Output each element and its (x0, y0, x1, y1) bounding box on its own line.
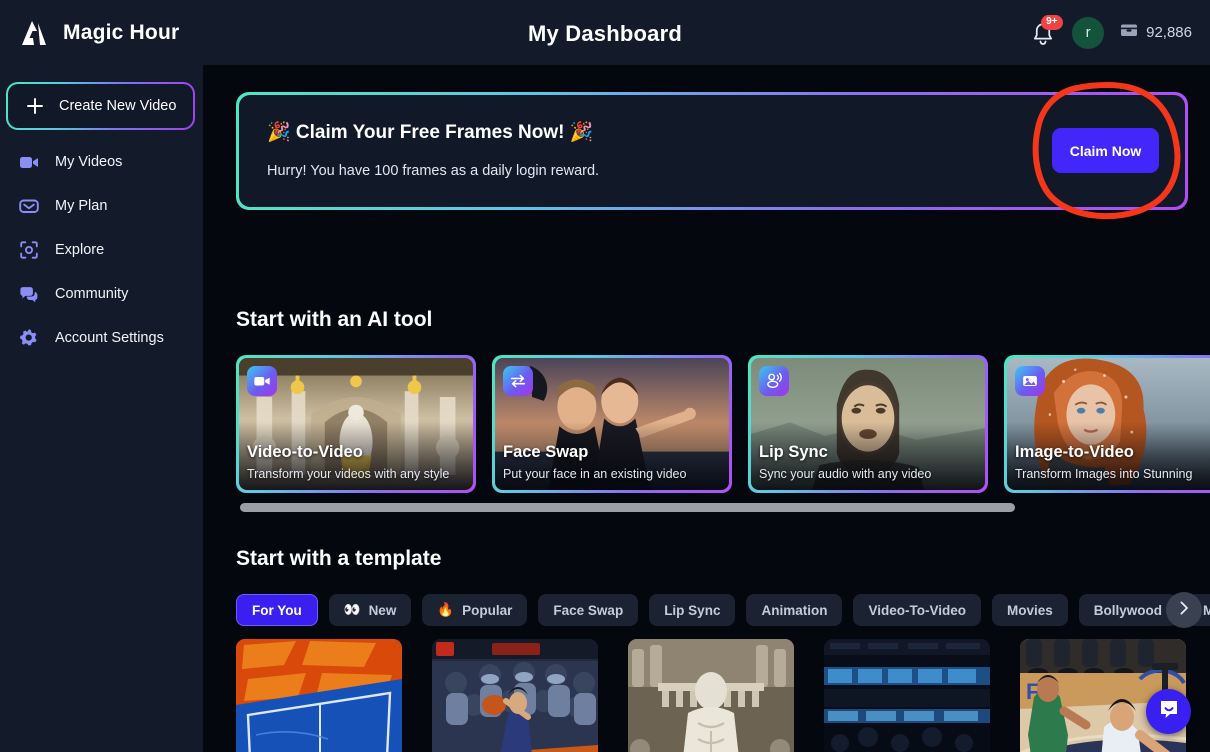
tab-movies[interactable]: Movies (991, 594, 1068, 626)
app-header: Magic Hour My Dashboard 9+ r 92,886 (0, 0, 1210, 65)
free-frames-banner: 🎉 Claim Your Free Frames Now! 🎉 Hurry! Y… (236, 92, 1188, 210)
template-grid: FS 15 (236, 639, 1210, 752)
ai-tool-name: Face Swap (503, 443, 589, 461)
tab-face-swap[interactable]: Face Swap (538, 594, 639, 626)
fire-emoji-icon: 🔥 (437, 602, 455, 617)
credits-icon (1120, 22, 1138, 43)
brand-name: Magic Hour (63, 20, 180, 44)
tab-video-to-video[interactable]: Video-To-Video (853, 594, 981, 626)
tab-label: Face Swap (553, 602, 624, 618)
chat-bubbles-icon (18, 283, 40, 305)
ai-tools-carousel[interactable]: Video-to-Video Transform your videos wit… (236, 355, 1210, 495)
magic-hour-logo-icon (20, 19, 52, 47)
templates-section-title: Start with a template (236, 547, 442, 570)
tab-label: Movies (1006, 602, 1053, 618)
sidebar-item-my-plan[interactable]: My Plan (0, 184, 203, 228)
tab-label: Animation (761, 602, 828, 618)
speech-mouth-icon (759, 366, 789, 396)
swap-arrows-icon (503, 366, 533, 396)
plus-icon (24, 95, 46, 117)
tab-label: Bollywood (1093, 602, 1162, 618)
image-icon (1015, 366, 1045, 396)
sidebar: Create New Video My Videos My Plan Explo… (0, 65, 203, 752)
brand-logo-area[interactable]: Magic Hour (20, 19, 179, 47)
tab-label: Music Video (1203, 602, 1210, 618)
tab-lip-sync[interactable]: Lip Sync (649, 594, 736, 626)
credits-display[interactable]: 92,886 (1120, 22, 1192, 43)
notification-badge: 9+ (1041, 14, 1063, 30)
sidebar-item-account-settings[interactable]: Account Settings (0, 316, 203, 360)
ai-tool-desc: Transform your videos with any style (247, 467, 450, 481)
sidebar-item-label: Explore (55, 242, 105, 258)
ai-tool-card-face-swap[interactable]: Face Swap Put your face in an existing v… (492, 355, 732, 493)
template-card[interactable] (628, 639, 794, 752)
template-card[interactable] (824, 639, 990, 752)
main-content: 🎉 Claim Your Free Frames Now! 🎉 Hurry! Y… (203, 65, 1210, 752)
banner-title: 🎉 Claim Your Free Frames Now! 🎉 (267, 122, 594, 143)
tab-label: New (368, 602, 397, 618)
ai-tool-name: Lip Sync (759, 443, 828, 461)
avatar[interactable]: r (1072, 16, 1105, 49)
ai-tool-card-image-to-video[interactable]: Image-to-Video Transform Images into Stu… (1004, 355, 1210, 493)
sidebar-item-label: My Videos (55, 154, 123, 170)
ai-tool-desc: Sync your audio with any video (759, 467, 932, 481)
tab-popular[interactable]: 🔥 Popular (422, 594, 528, 626)
tab-label: Video-To-Video (868, 602, 966, 618)
ai-tool-card-lip-sync[interactable]: Lip Sync Sync your audio with any video (748, 355, 988, 493)
sidebar-item-explore[interactable]: Explore (0, 228, 203, 272)
inbox-tray-icon (18, 195, 40, 217)
ai-tool-name: Image-to-Video (1015, 443, 1134, 461)
header-actions: 9+ r 92,886 (1030, 0, 1192, 65)
ai-tool-card-video-to-video[interactable]: Video-to-Video Transform your videos wit… (236, 355, 476, 493)
create-new-video-label: Create New Video (59, 98, 177, 114)
claim-now-button[interactable]: Claim Now (1052, 128, 1159, 173)
focus-target-icon (18, 239, 40, 261)
sidebar-item-my-videos[interactable]: My Videos (0, 140, 203, 184)
tabs-next-button[interactable] (1166, 592, 1202, 628)
chat-widget-icon (1157, 697, 1181, 726)
tab-label: Popular (462, 602, 513, 618)
sidebar-item-label: Community (55, 286, 129, 302)
ai-tool-name: Video-to-Video (247, 443, 363, 461)
support-chat-button[interactable] (1146, 689, 1191, 734)
sidebar-nav: My Videos My Plan Explore Community Acco… (0, 140, 203, 360)
tab-label: For You (252, 602, 302, 618)
ai-tool-desc: Put your face in an existing video (503, 467, 687, 481)
template-category-tabs[interactable]: For You 👀 New 🔥 Popular Face Swap Lip Sy… (236, 593, 1210, 627)
tab-new[interactable]: 👀 New (328, 594, 412, 626)
tab-for-you[interactable]: For You (236, 594, 318, 626)
template-card[interactable] (432, 639, 598, 752)
gear-icon (18, 327, 40, 349)
credits-value: 92,886 (1146, 24, 1192, 41)
create-new-video-button[interactable]: Create New Video (6, 82, 195, 130)
sidebar-item-community[interactable]: Community (0, 272, 203, 316)
page-title: My Dashboard (528, 21, 682, 46)
chevron-right-icon (1175, 599, 1193, 622)
notifications-button[interactable]: 9+ (1030, 14, 1063, 48)
template-card[interactable] (236, 639, 402, 752)
sidebar-item-label: My Plan (55, 198, 108, 214)
tab-label: Lip Sync (664, 602, 721, 618)
ai-tools-scrollbar[interactable] (240, 503, 1015, 512)
dashboard-page: Magic Hour My Dashboard 9+ r 92,886 Crea… (0, 0, 1210, 752)
tab-bollywood[interactable]: Bollywood (1078, 594, 1177, 626)
eyes-emoji-icon: 👀 (343, 602, 361, 617)
banner-subtitle: Hurry! You have 100 frames as a daily lo… (267, 163, 600, 179)
tab-animation[interactable]: Animation (746, 594, 843, 626)
ai-tool-desc: Transform Images into Stunning (1015, 467, 1193, 481)
sidebar-item-label: Account Settings (55, 330, 164, 346)
video-camera-icon (18, 151, 40, 173)
video-camera-icon (247, 366, 277, 396)
ai-tools-section-title: Start with an AI tool (236, 308, 433, 331)
